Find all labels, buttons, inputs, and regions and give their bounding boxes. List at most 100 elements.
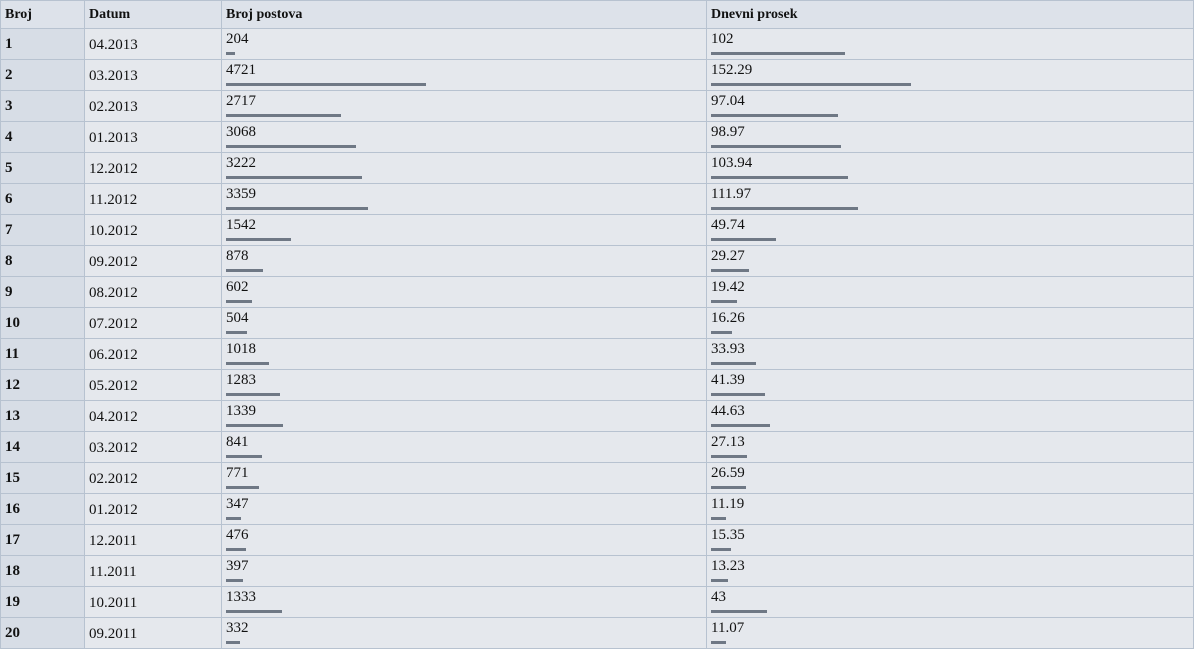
daily-average-value: 26.59 xyxy=(711,465,745,481)
cell-date: 01.2013 xyxy=(84,121,222,153)
post-count-value: 1339 xyxy=(226,403,256,419)
daily-average-value: 15.35 xyxy=(711,527,745,543)
daily-average-bar xyxy=(711,52,845,55)
cell-rank: 8 xyxy=(0,245,85,277)
cell-daily-average: 29.27 xyxy=(706,245,1194,277)
cell-rank: 1 xyxy=(0,28,85,60)
post-count-bar xyxy=(226,238,291,241)
daily-average-bar xyxy=(711,83,911,86)
cell-daily-average: 13.23 xyxy=(706,555,1194,587)
cell-rank: 14 xyxy=(0,431,85,463)
post-count-value: 204 xyxy=(226,31,249,47)
cell-daily-average: 11.19 xyxy=(706,493,1194,525)
post-count-bar xyxy=(226,486,259,489)
daily-average-value: 41.39 xyxy=(711,372,745,388)
cell-daily-average: 49.74 xyxy=(706,214,1194,246)
cell-date: 05.2012 xyxy=(84,369,222,401)
daily-average-bar xyxy=(711,424,770,427)
table-row: 17 12.2011 476 15.35 xyxy=(0,524,1194,556)
cell-rank: 10 xyxy=(0,307,85,339)
post-count-bar xyxy=(226,424,283,427)
table-header-row: Broj Datum Broj postova Dnevni prosek xyxy=(0,0,1194,29)
cell-daily-average: 102 xyxy=(706,28,1194,60)
post-count-value: 3222 xyxy=(226,155,256,171)
post-count-value: 841 xyxy=(226,434,249,450)
header-daily-average[interactable]: Dnevni prosek xyxy=(706,0,1194,29)
daily-average-value: 13.23 xyxy=(711,558,745,574)
post-count-bar xyxy=(226,641,240,644)
cell-post-count: 602 xyxy=(221,276,707,308)
post-count-value: 397 xyxy=(226,558,249,574)
daily-average-bar xyxy=(711,145,841,148)
post-count-value: 4721 xyxy=(226,62,256,78)
post-count-bar xyxy=(226,114,341,117)
post-count-bar xyxy=(226,362,269,365)
daily-average-value: 11.19 xyxy=(711,496,745,512)
cell-daily-average: 152.29 xyxy=(706,59,1194,91)
cell-rank: 4 xyxy=(0,121,85,153)
table-row: 4 01.2013 3068 98.97 xyxy=(0,121,1194,153)
header-date[interactable]: Datum xyxy=(84,0,222,29)
table-row: 14 03.2012 841 27.13 xyxy=(0,431,1194,463)
post-count-value: 3068 xyxy=(226,124,256,140)
daily-average-bar xyxy=(711,207,858,210)
post-count-bar xyxy=(226,145,356,148)
table-row: 18 11.2011 397 13.23 xyxy=(0,555,1194,587)
daily-average-bar xyxy=(711,517,726,520)
daily-average-bar xyxy=(711,238,776,241)
cell-date: 09.2012 xyxy=(84,245,222,277)
monthly-posts-table: Broj Datum Broj postova Dnevni prosek 10… xyxy=(0,0,1194,649)
header-rank[interactable]: Broj xyxy=(0,0,85,29)
table-row: 12 05.2012 1283 41.39 xyxy=(0,369,1194,401)
table-row: 1 04.2013 204 102 xyxy=(0,28,1194,60)
daily-average-value: 102 xyxy=(711,31,734,47)
daily-average-value: 16.26 xyxy=(711,310,745,326)
post-count-value: 332 xyxy=(226,620,249,636)
cell-post-count: 1018 xyxy=(221,338,707,370)
cell-date: 10.2011 xyxy=(84,586,222,618)
daily-average-value: 33.93 xyxy=(711,341,745,357)
daily-average-bar xyxy=(711,300,737,303)
table-row: 5 12.2012 3222 103.94 xyxy=(0,152,1194,184)
daily-average-value: 103.94 xyxy=(711,155,753,171)
daily-average-value: 11.07 xyxy=(711,620,745,636)
daily-average-bar xyxy=(711,393,765,396)
table-row: 8 09.2012 878 29.27 xyxy=(0,245,1194,277)
daily-average-bar xyxy=(711,455,747,458)
daily-average-value: 29.27 xyxy=(711,248,745,264)
post-count-value: 771 xyxy=(226,465,249,481)
cell-post-count: 1542 xyxy=(221,214,707,246)
daily-average-value: 97.04 xyxy=(711,93,745,109)
table-row: 10 07.2012 504 16.26 xyxy=(0,307,1194,339)
cell-rank: 7 xyxy=(0,214,85,246)
cell-date: 06.2012 xyxy=(84,338,222,370)
cell-daily-average: 33.93 xyxy=(706,338,1194,370)
daily-average-bar xyxy=(711,610,767,613)
post-count-value: 3359 xyxy=(226,186,256,202)
cell-date: 01.2012 xyxy=(84,493,222,525)
post-count-bar xyxy=(226,455,262,458)
cell-daily-average: 26.59 xyxy=(706,462,1194,494)
header-posts[interactable]: Broj postova xyxy=(221,0,707,29)
cell-daily-average: 16.26 xyxy=(706,307,1194,339)
daily-average-bar xyxy=(711,114,838,117)
cell-rank: 13 xyxy=(0,400,85,432)
cell-post-count: 1333 xyxy=(221,586,707,618)
post-count-value: 347 xyxy=(226,496,249,512)
cell-date: 03.2012 xyxy=(84,431,222,463)
cell-rank: 5 xyxy=(0,152,85,184)
post-count-bar xyxy=(226,579,243,582)
post-count-value: 504 xyxy=(226,310,249,326)
cell-date: 04.2013 xyxy=(84,28,222,60)
post-count-bar xyxy=(226,52,235,55)
cell-daily-average: 27.13 xyxy=(706,431,1194,463)
cell-date: 03.2013 xyxy=(84,59,222,91)
cell-daily-average: 41.39 xyxy=(706,369,1194,401)
cell-daily-average: 98.97 xyxy=(706,121,1194,153)
post-count-bar xyxy=(226,548,246,551)
daily-average-value: 111.97 xyxy=(711,186,752,202)
post-count-bar xyxy=(226,207,368,210)
cell-date: 11.2012 xyxy=(84,183,222,215)
post-count-value: 1283 xyxy=(226,372,256,388)
daily-average-value: 27.13 xyxy=(711,434,745,450)
